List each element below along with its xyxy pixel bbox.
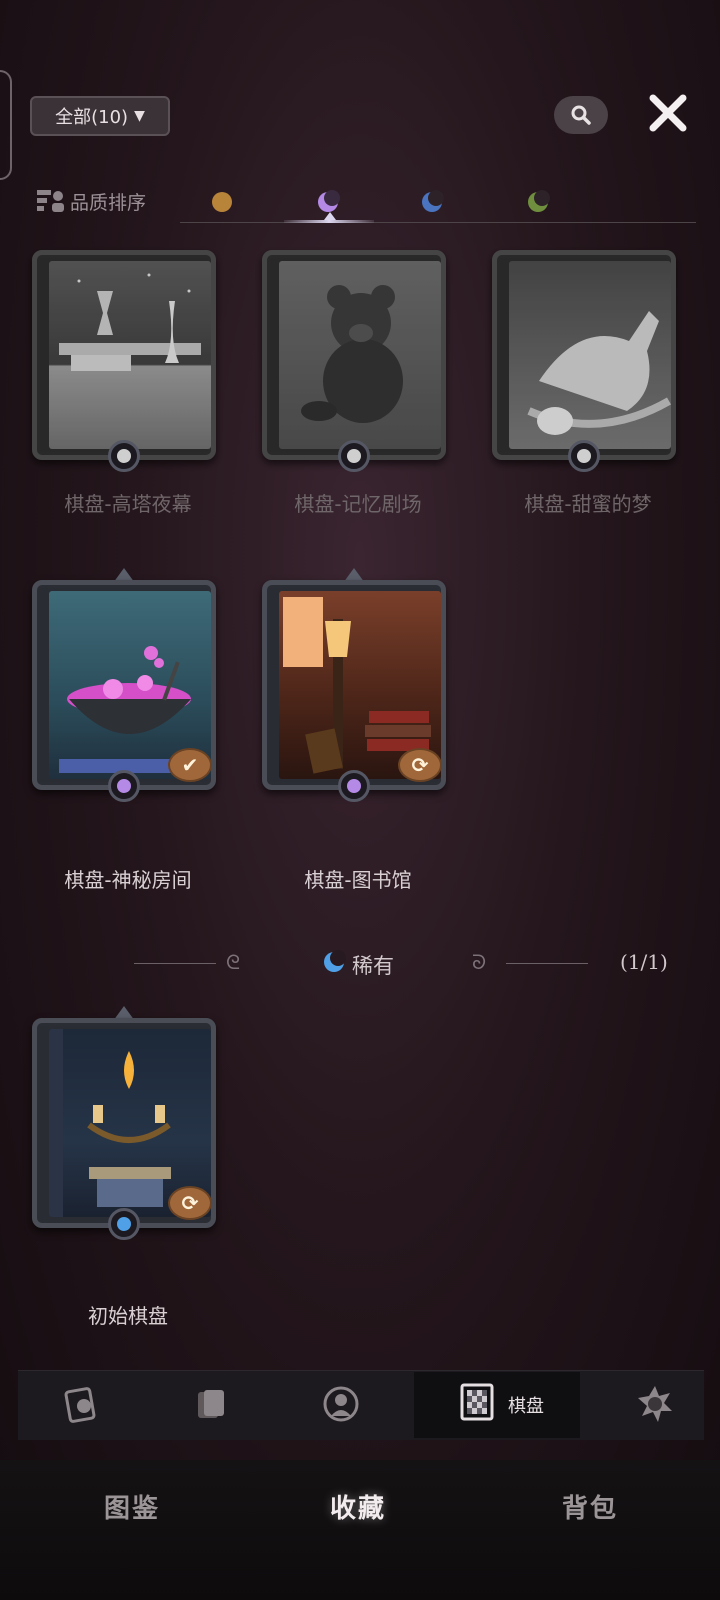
close-icon xyxy=(649,94,687,132)
crescent-moon-icon xyxy=(318,190,340,212)
rarity-gem xyxy=(338,440,370,472)
rarity-gem xyxy=(108,1208,140,1240)
dropdown-triangle-icon: ▼ xyxy=(134,108,145,124)
divider-line-right xyxy=(506,963,588,964)
crescent-moon-icon xyxy=(422,190,444,212)
quality-filter-rare[interactable] xyxy=(420,190,444,214)
board-card-sweet-dream[interactable] xyxy=(486,250,682,472)
card-frame xyxy=(492,250,676,460)
card-name: 棋盘-神秘房间 xyxy=(64,868,192,892)
sun-icon[interactable] xyxy=(636,1384,674,1424)
rarity-gem xyxy=(108,440,140,472)
board-card-mystery-room[interactable]: ✔ xyxy=(26,568,222,802)
sort-active-indicator xyxy=(284,220,374,223)
board-card-memory-theater[interactable] xyxy=(256,250,452,472)
section-count: (1/1) xyxy=(620,950,668,974)
swap-icon: ⟳ xyxy=(181,1191,199,1215)
tab-board-active-bg xyxy=(414,1372,580,1438)
sort-caret-icon xyxy=(324,212,336,220)
card-art xyxy=(49,261,211,449)
filter-dropdown[interactable]: 全部(10) ▼ xyxy=(30,96,170,136)
rarity-gem xyxy=(568,440,600,472)
card-frame xyxy=(262,250,446,460)
portrait-icon[interactable] xyxy=(322,1384,360,1424)
orb-icon xyxy=(212,192,232,212)
equipped-check-badge: ✔ xyxy=(168,748,212,782)
card-art xyxy=(509,261,671,449)
tab-board-label[interactable]: 棋盘 xyxy=(508,1392,544,1418)
search-icon xyxy=(571,105,591,125)
section-title: 稀有 xyxy=(352,954,394,978)
nav-tab-codex[interactable]: 图鉴 xyxy=(104,1488,160,1525)
card-name: 棋盘-图书馆 xyxy=(304,868,412,892)
quality-filter-epic[interactable] xyxy=(316,190,340,214)
card-name: 初始棋盘 xyxy=(88,1304,168,1328)
swirl-ornament-icon: ᘐ xyxy=(472,950,487,974)
rarity-gem xyxy=(338,770,370,802)
card-name: 棋盘-高塔夜幕 xyxy=(64,492,192,516)
sort-label[interactable]: 品质排序 xyxy=(70,188,146,215)
swirl-ornament-icon: ᘓ xyxy=(226,950,241,974)
card-name: 棋盘-甜蜜的梦 xyxy=(524,492,652,516)
card-face-icon[interactable] xyxy=(64,1384,102,1424)
nav-tab-collection[interactable]: 收藏 xyxy=(330,1488,386,1525)
swap-badge[interactable]: ⟳ xyxy=(168,1186,212,1220)
close-button[interactable] xyxy=(645,90,691,136)
swap-badge[interactable]: ⟳ xyxy=(398,748,442,782)
rare-moon-icon xyxy=(324,950,346,972)
sort-icon[interactable] xyxy=(36,186,66,216)
quality-filter-legendary[interactable] xyxy=(210,190,234,214)
sort-underline xyxy=(180,222,696,223)
board-card-initial[interactable]: ⟳ xyxy=(26,1006,222,1240)
board-icon[interactable] xyxy=(458,1382,496,1422)
bottom-navigation xyxy=(0,1460,720,1600)
nav-tab-backpack[interactable]: 背包 xyxy=(562,1488,618,1525)
card-frame xyxy=(32,250,216,460)
side-panel-notch xyxy=(0,70,12,180)
card-stack-icon[interactable] xyxy=(192,1384,230,1424)
card-art xyxy=(279,261,441,449)
card-name: 棋盘-记忆剧场 xyxy=(294,492,422,516)
swap-icon: ⟳ xyxy=(411,753,429,777)
check-icon: ✔ xyxy=(181,753,199,777)
search-button[interactable] xyxy=(554,96,608,134)
quality-filter-common[interactable] xyxy=(526,190,550,214)
category-tab-bar xyxy=(18,1370,704,1440)
filter-label: 全部(10) xyxy=(55,107,129,128)
board-card-tower-night[interactable] xyxy=(26,250,222,472)
crescent-moon-icon xyxy=(528,190,550,212)
divider-line-left xyxy=(134,963,216,964)
board-card-library[interactable]: ⟳ xyxy=(256,568,452,802)
rarity-gem xyxy=(108,770,140,802)
